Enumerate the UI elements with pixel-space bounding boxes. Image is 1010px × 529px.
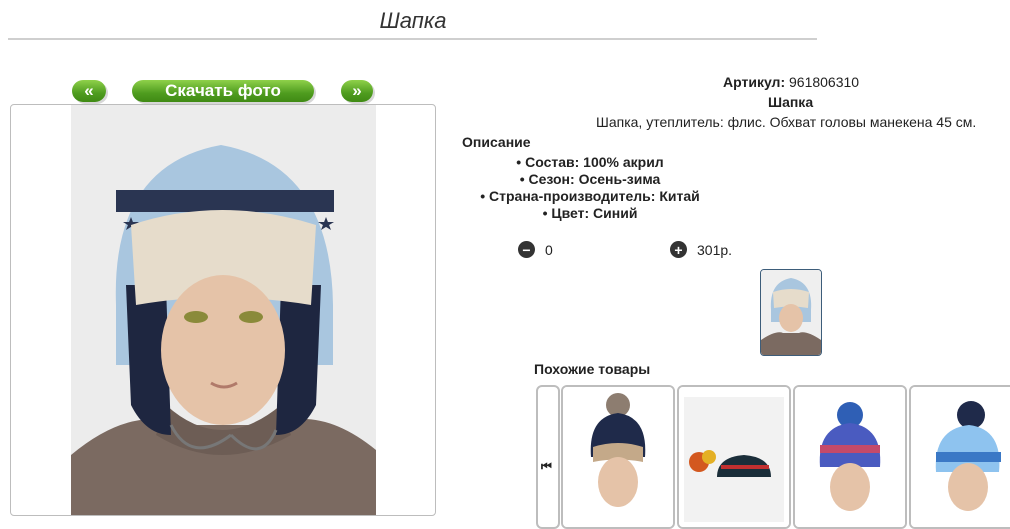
next-photo-button[interactable]: » <box>341 80 373 102</box>
property-item: Состав: 100% акрил <box>440 154 740 171</box>
title-divider <box>8 38 817 40</box>
similar-products-heading: Похожие товары <box>534 361 651 377</box>
download-photo-button[interactable]: Скачать фото <box>132 80 314 102</box>
article-label: Артикул: <box>723 74 786 90</box>
page-title: Шапка <box>379 8 447 33</box>
main-product-photo[interactable] <box>71 105 376 515</box>
plus-circle-icon[interactable]: + <box>670 241 687 258</box>
quantity-value: 0 <box>545 241 553 258</box>
minus-circle-icon[interactable]: − <box>518 241 535 258</box>
skip-back-icon: ⏮ <box>541 459 552 473</box>
carousel-prev-button[interactable]: ⏮ <box>536 385 560 529</box>
photo-thumbnail[interactable] <box>760 269 822 356</box>
main-photo-frame <box>10 104 436 516</box>
property-item: Сезон: Осень-зима <box>440 171 740 188</box>
product-short-description: Шапка, утеплитель: флис. Обхват головы м… <box>596 114 977 130</box>
price-control: + 301р. <box>670 241 732 258</box>
description-heading: Описание <box>462 134 531 150</box>
similar-product-card[interactable] <box>909 385 1010 529</box>
similar-product-card[interactable] <box>793 385 907 529</box>
article-value: 961806310 <box>789 74 860 90</box>
prev-photo-button[interactable]: « <box>72 80 106 102</box>
property-item: Цвет: Синий <box>440 205 740 222</box>
property-item: Страна-производитель: Китай <box>440 188 740 205</box>
quantity-control: − 0 <box>518 241 553 258</box>
article-row: Артикул: 961806310 <box>723 74 859 90</box>
product-name: Шапка <box>768 94 814 110</box>
similar-product-card[interactable] <box>677 385 791 529</box>
price-value: 301р. <box>697 241 733 258</box>
properties-list: Состав: 100% акрил Сезон: Осень-зима Стр… <box>440 154 740 222</box>
similar-product-card[interactable] <box>561 385 675 529</box>
